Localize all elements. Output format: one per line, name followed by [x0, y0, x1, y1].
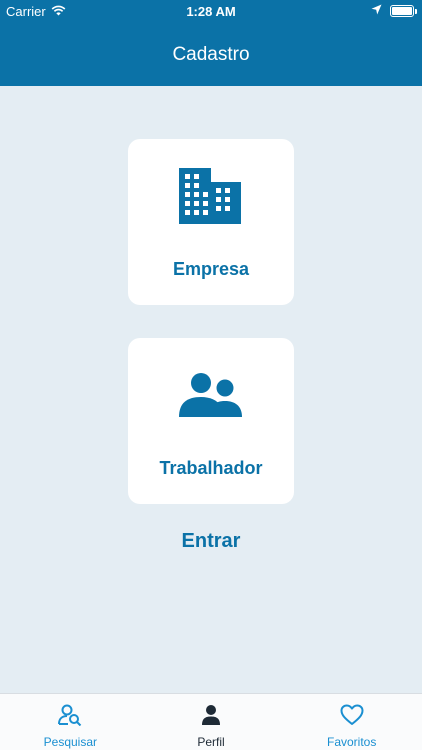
header-bar: Carrier 1:28 AM Cadastro — [0, 0, 422, 86]
location-arrow-icon — [371, 3, 382, 18]
heart-icon — [340, 704, 364, 731]
tab-bar: Pesquisar Perfil Favoritos — [0, 693, 422, 750]
company-option-card[interactable]: Empresa — [128, 139, 294, 305]
status-right — [371, 3, 417, 18]
worker-option-label: Trabalhador — [159, 458, 263, 478]
users-icon — [179, 365, 243, 425]
worker-option-card[interactable]: Trabalhador — [128, 338, 294, 504]
tab-search-label: Pesquisar — [43, 735, 98, 749]
status-bar: Carrier 1:28 AM — [0, 0, 422, 22]
company-option-label: Empresa — [172, 259, 250, 279]
person-icon — [200, 704, 222, 731]
tab-search[interactable]: Pesquisar — [0, 694, 141, 750]
login-link[interactable]: Entrar — [0, 530, 422, 553]
tab-favorites[interactable]: Favoritos — [281, 694, 422, 750]
building-icon — [179, 166, 243, 226]
tab-favorites-label: Favoritos — [327, 735, 377, 749]
tab-profile[interactable]: Perfil — [141, 694, 282, 750]
page-title: Cadastro — [172, 44, 250, 65]
battery-full-icon — [390, 4, 417, 17]
tab-profile-label: Perfil — [197, 735, 225, 749]
status-time: 1:28 AM — [186, 4, 236, 19]
user-search-icon — [58, 704, 82, 731]
